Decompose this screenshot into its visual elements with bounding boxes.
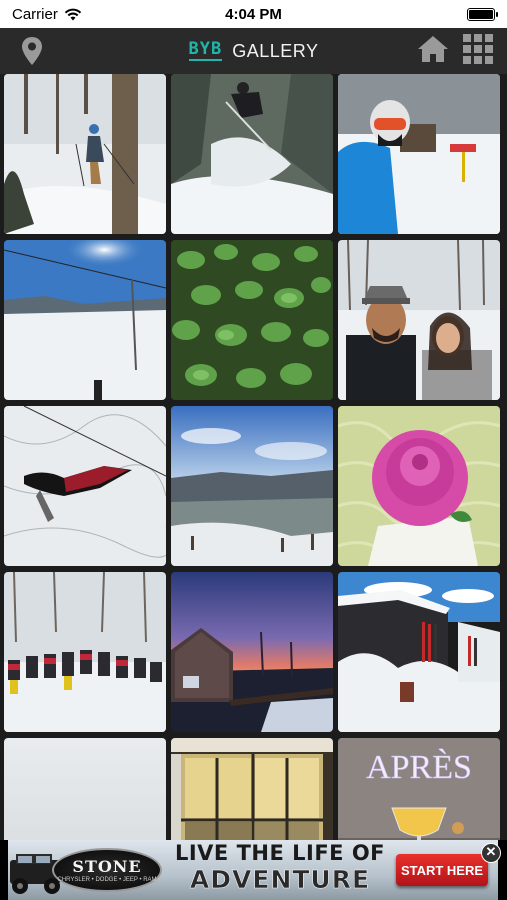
photo-grid: APRÈS: [4, 74, 500, 840]
photo-aerial-snow[interactable]: [4, 406, 166, 566]
photo-chairlift-sun[interactable]: [4, 240, 166, 400]
photo-skier-selfie[interactable]: [338, 74, 500, 234]
ad-creative[interactable]: STONE CHRYSLER • DODGE • JEEP • RAM LIVE…: [8, 840, 498, 900]
photo-gallery[interactable]: APRÈS: [0, 74, 507, 840]
battery-fill: [469, 9, 493, 19]
close-icon[interactable]: ✕: [481, 843, 501, 863]
photo-skier-trees[interactable]: [4, 74, 166, 234]
photo-apres-drink[interactable]: APRÈS: [338, 738, 500, 840]
nav-bar: BYB GALLERY: [0, 28, 507, 74]
ad-banner[interactable]: STONE CHRYSLER • DODGE • JEEP • RAM LIVE…: [0, 840, 507, 900]
photo-window-interior[interactable]: [171, 738, 333, 840]
status-left: Carrier: [12, 6, 82, 23]
photo-skier-jump[interactable]: [171, 74, 333, 234]
photo-overcast-sky[interactable]: [4, 738, 166, 840]
ad-logo: STONE CHRYSLER • DODGE • JEEP • RAM: [52, 848, 162, 892]
ad-logo-sub: CHRYSLER • DODGE • JEEP • RAM: [57, 877, 157, 883]
battery-icon: [467, 7, 498, 21]
carrier-label: Carrier: [12, 5, 58, 23]
brand-logo: BYB: [188, 39, 223, 61]
nav-actions: [417, 34, 493, 64]
ad-headline-line-2: ADVENTURE: [189, 865, 371, 894]
start-here-button[interactable]: START HERE: [396, 854, 488, 886]
ad-headline: LIVE THE LIFE OF ADVENTURE: [170, 841, 390, 894]
wifi-icon: [64, 8, 82, 20]
apres-sign-text: APRÈS: [366, 749, 472, 786]
map-pin-icon[interactable]: [20, 36, 44, 66]
status-bar: Carrier 4:04 PM: [0, 0, 507, 28]
page-title: GALLERY: [232, 40, 319, 61]
ad-headline-line-1: LIVE THE LIFE OF: [174, 841, 386, 865]
photo-ski-team[interactable]: [4, 572, 166, 732]
photo-couple-selfie[interactable]: [338, 240, 500, 400]
photo-pink-rose-cake[interactable]: [338, 406, 500, 566]
grid-menu-icon[interactable]: [463, 34, 493, 64]
photo-snowy-lodge[interactable]: [338, 572, 500, 732]
photo-covered-bridge-sunset[interactable]: [171, 572, 333, 732]
photo-seedlings[interactable]: [171, 240, 333, 400]
nav-title: BYB GALLERY: [188, 39, 319, 62]
photo-valley-view[interactable]: [171, 406, 333, 566]
ad-logo-name: STONE: [72, 857, 142, 876]
home-icon[interactable]: [417, 35, 449, 63]
